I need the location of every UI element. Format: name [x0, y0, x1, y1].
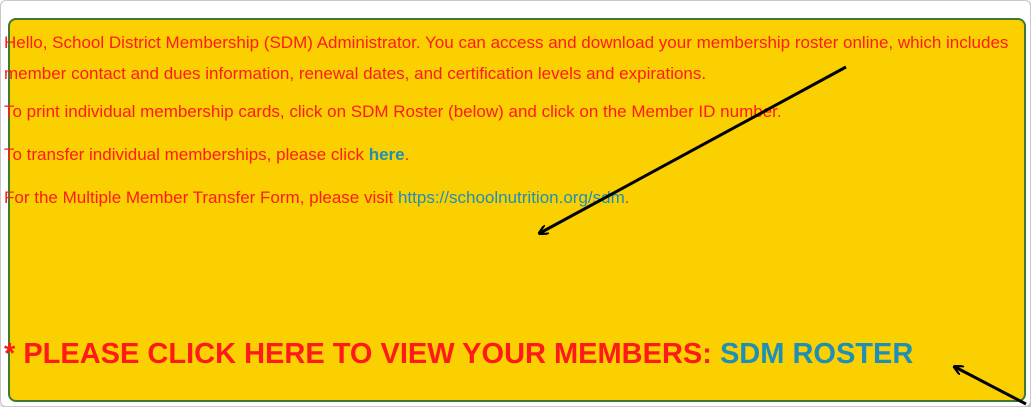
view-members-cta: * PLEASE CLICK HERE TO VIEW YOUR MEMBERS…: [4, 336, 1024, 372]
transfer-here-link[interactable]: here: [369, 145, 405, 164]
print-cards-paragraph: To print individual membership cards, cl…: [4, 102, 782, 121]
multi-suffix: .: [624, 188, 630, 207]
notice-text: Hello, School District Membership (SDM) …: [4, 27, 1024, 213]
cta-prefix: * PLEASE CLICK HERE TO VIEW YOUR MEMBERS…: [4, 338, 720, 370]
intro-paragraph: Hello, School District Membership (SDM) …: [4, 33, 1009, 83]
multi-transfer-paragraph: For the Multiple Member Transfer Form, p…: [4, 182, 1024, 213]
transfer-prefix: To transfer individual memberships, plea…: [4, 145, 369, 164]
transfer-paragraph: To transfer individual memberships, plea…: [4, 139, 1024, 170]
multi-prefix: For the Multiple Member Transfer Form, p…: [4, 188, 398, 207]
sdm-url-link[interactable]: https://schoolnutrition.org/sdm: [398, 188, 625, 207]
transfer-suffix: .: [404, 145, 410, 164]
sdm-roster-link[interactable]: SDM ROSTER: [720, 338, 913, 370]
